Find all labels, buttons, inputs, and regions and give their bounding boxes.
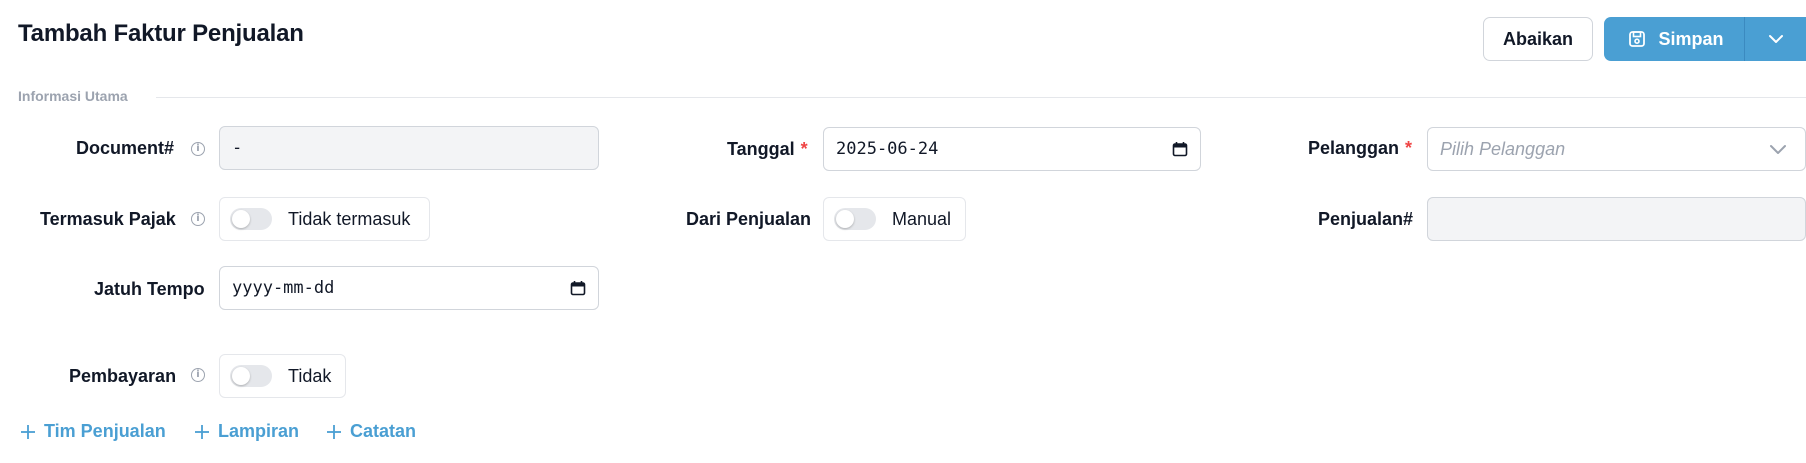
pembayaran-toggle-box: Tidak (219, 354, 346, 398)
save-button-group: Simpan (1604, 17, 1806, 61)
cancel-button[interactable]: Abaikan (1483, 17, 1593, 61)
pembayaran-toggle-text: Tidak (288, 365, 332, 386)
dari-penjualan-label: Dari Penjualan (686, 209, 812, 229)
calendar-icon[interactable] (570, 280, 586, 296)
add-catatan-link[interactable]: Catatan (326, 421, 416, 442)
save-options-button[interactable] (1744, 17, 1806, 61)
tanggal-value: 2025-06-24 (836, 139, 939, 159)
tim-penjualan-label: Tim Penjualan (44, 421, 166, 441)
section-title: Informasi Utama (18, 88, 128, 104)
info-circle-icon[interactable]: i (191, 212, 205, 226)
pelanggan-label-text: Pelanggan (1308, 138, 1400, 158)
termasuk-pajak-toggle-box: Tidak termasuk (219, 197, 430, 241)
page-title: Tambah Faktur Penjualan (18, 20, 304, 47)
plus-icon (195, 424, 209, 439)
chevron-down-icon (1768, 35, 1783, 43)
jatuh-tempo-label: Jatuh Tempo (94, 279, 205, 299)
dari-penjualan-toggle[interactable] (834, 208, 876, 230)
document-value: - (232, 138, 243, 158)
pembayaran-toggle[interactable] (230, 365, 272, 387)
tanggal-label-text: Tanggal (727, 139, 795, 159)
pelanggan-placeholder: Pilih Pelanggan (1440, 138, 1566, 159)
section-divider (156, 97, 1806, 98)
document-field[interactable]: - (219, 126, 599, 170)
save-button-label: Simpan (1658, 28, 1724, 49)
add-tim-penjualan-link[interactable]: Tim Penjualan (20, 421, 166, 442)
tanggal-label: Tanggal * (727, 139, 808, 160)
save-button[interactable]: Simpan (1604, 17, 1744, 61)
info-circle-icon[interactable]: i (191, 368, 205, 382)
document-label: Document# (76, 138, 175, 158)
pelanggan-select[interactable]: Pilih Pelanggan (1427, 127, 1806, 171)
chevron-down-icon (1770, 144, 1786, 154)
floppy-disk-icon (1629, 31, 1646, 47)
jatuh-tempo-value: yyyy-mm-dd (232, 278, 335, 298)
plus-icon (327, 424, 341, 439)
plus-icon (21, 424, 35, 439)
lampiran-label: Lampiran (218, 421, 300, 441)
jatuh-tempo-date-input[interactable]: yyyy-mm-dd (219, 266, 599, 310)
termasuk-pajak-toggle[interactable] (230, 208, 272, 230)
tanggal-date-input[interactable]: 2025-06-24 (823, 127, 1201, 171)
dari-penjualan-toggle-box: Manual (823, 197, 966, 241)
required-mark: * (800, 139, 808, 159)
required-mark: * (1405, 138, 1413, 158)
dari-penjualan-toggle-text: Manual (892, 208, 952, 229)
penjualan-field[interactable] (1427, 197, 1806, 241)
catatan-label: Catatan (350, 421, 417, 441)
pembayaran-label: Pembayaran (69, 366, 177, 386)
calendar-icon[interactable] (1172, 141, 1188, 157)
penjualan-label: Penjualan# (1318, 209, 1414, 229)
pelanggan-label: Pelanggan * (1308, 138, 1412, 159)
termasuk-pajak-toggle-text: Tidak termasuk (288, 208, 411, 229)
termasuk-pajak-label: Termasuk Pajak (40, 209, 176, 229)
add-lampiran-link[interactable]: Lampiran (194, 421, 299, 442)
info-circle-icon[interactable]: i (191, 142, 205, 156)
